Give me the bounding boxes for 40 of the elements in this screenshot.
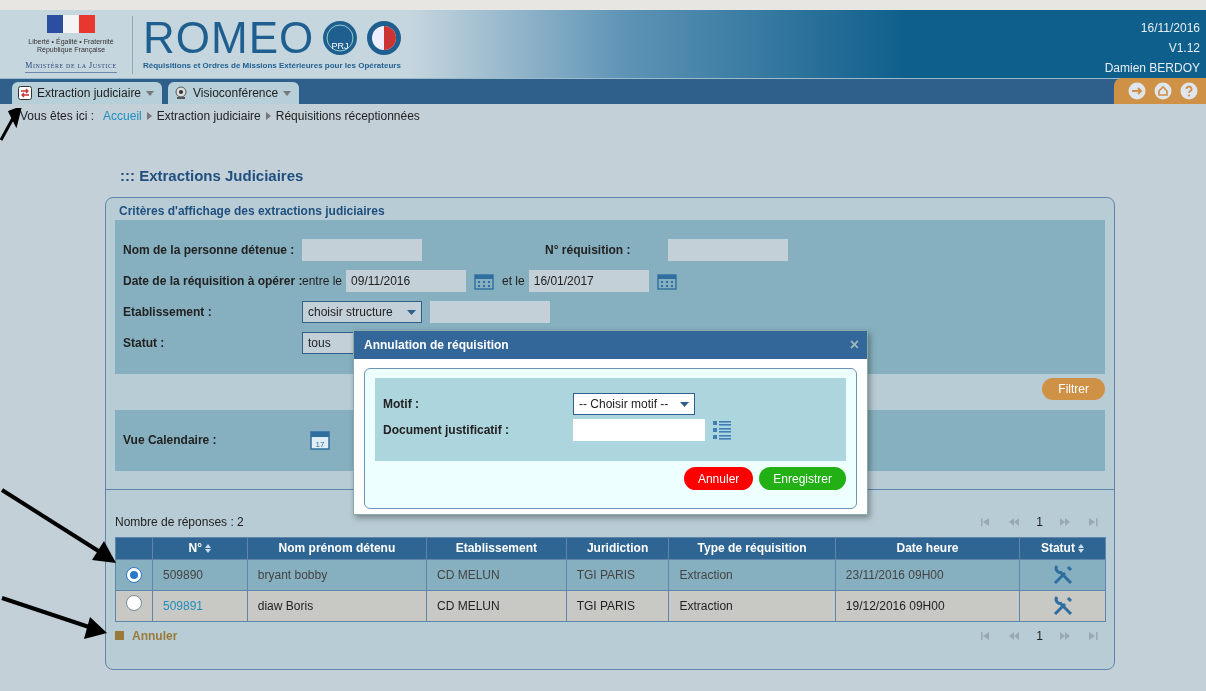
field-label: Date de la réquisition à opérer :: [123, 273, 302, 290]
dialog-title: Annulation de réquisition: [364, 337, 509, 354]
table-cell: TGI PARIS: [566, 590, 669, 621]
column-header: Nom prénom détenu: [247, 537, 427, 559]
table-cell: 23/11/2016 09H00: [835, 559, 1020, 590]
results-count: Nombre de réponses : 2: [115, 513, 244, 531]
field-label: Vue Calendaire :: [123, 432, 218, 449]
breadcrumb-item: Réquisitions réceptionnées: [275, 107, 420, 125]
page-title: ::: Extractions Judiciaires: [120, 166, 305, 186]
prj-seal: PRJ: [322, 20, 359, 56]
ministry-name: Ministère de la Justice: [25, 60, 117, 73]
field-label: Document justificatif :: [383, 422, 510, 439]
field-label: et le: [502, 273, 525, 290]
field-label: entre le: [302, 273, 343, 290]
field-label: Etablissement :: [123, 304, 213, 321]
table-cell: CD MELUN: [426, 559, 567, 590]
column-header: Etablissement: [426, 537, 567, 559]
table-cell: 509890: [152, 559, 248, 590]
version-text: V1.12: [1167, 40, 1200, 57]
panel-title: Critères d'affichage des extractions judiciaires: [118, 202, 386, 220]
app-logo-text: ROMEO: [143, 16, 315, 60]
field-label: N° réquisition :: [545, 242, 632, 259]
column-header: Juridiction: [566, 537, 669, 559]
user-name: Damien BERDOY: [1104, 60, 1200, 77]
field-label: Statut :: [123, 335, 166, 352]
table-cell: diaw Boris: [247, 590, 427, 621]
table-cell: Extraction: [668, 559, 836, 590]
table-cell: Extraction: [668, 590, 836, 621]
field-label: Nom de la personne détenue :: [123, 242, 296, 259]
table-cell: 19/12/2016 09H00: [835, 590, 1020, 621]
table-cell: CD MELUN: [426, 590, 567, 621]
column-header: Date heure: [835, 537, 1020, 559]
field-label: Motif :: [383, 396, 420, 413]
table-cell: bryant bobby: [247, 559, 427, 590]
current-date: 16/11/2016: [1139, 20, 1200, 37]
table-cell: TGI PARIS: [566, 559, 669, 590]
breadcrumb-item: Extraction judiciaire: [156, 107, 261, 125]
app-subtitle: Réquisitions et Ordres de Missions Extérieures pour les Opérateurs: [143, 60, 402, 72]
breadcrumb-label: Vous êtes ici :: [20, 107, 95, 125]
column-header: Type de réquisition: [668, 537, 836, 559]
